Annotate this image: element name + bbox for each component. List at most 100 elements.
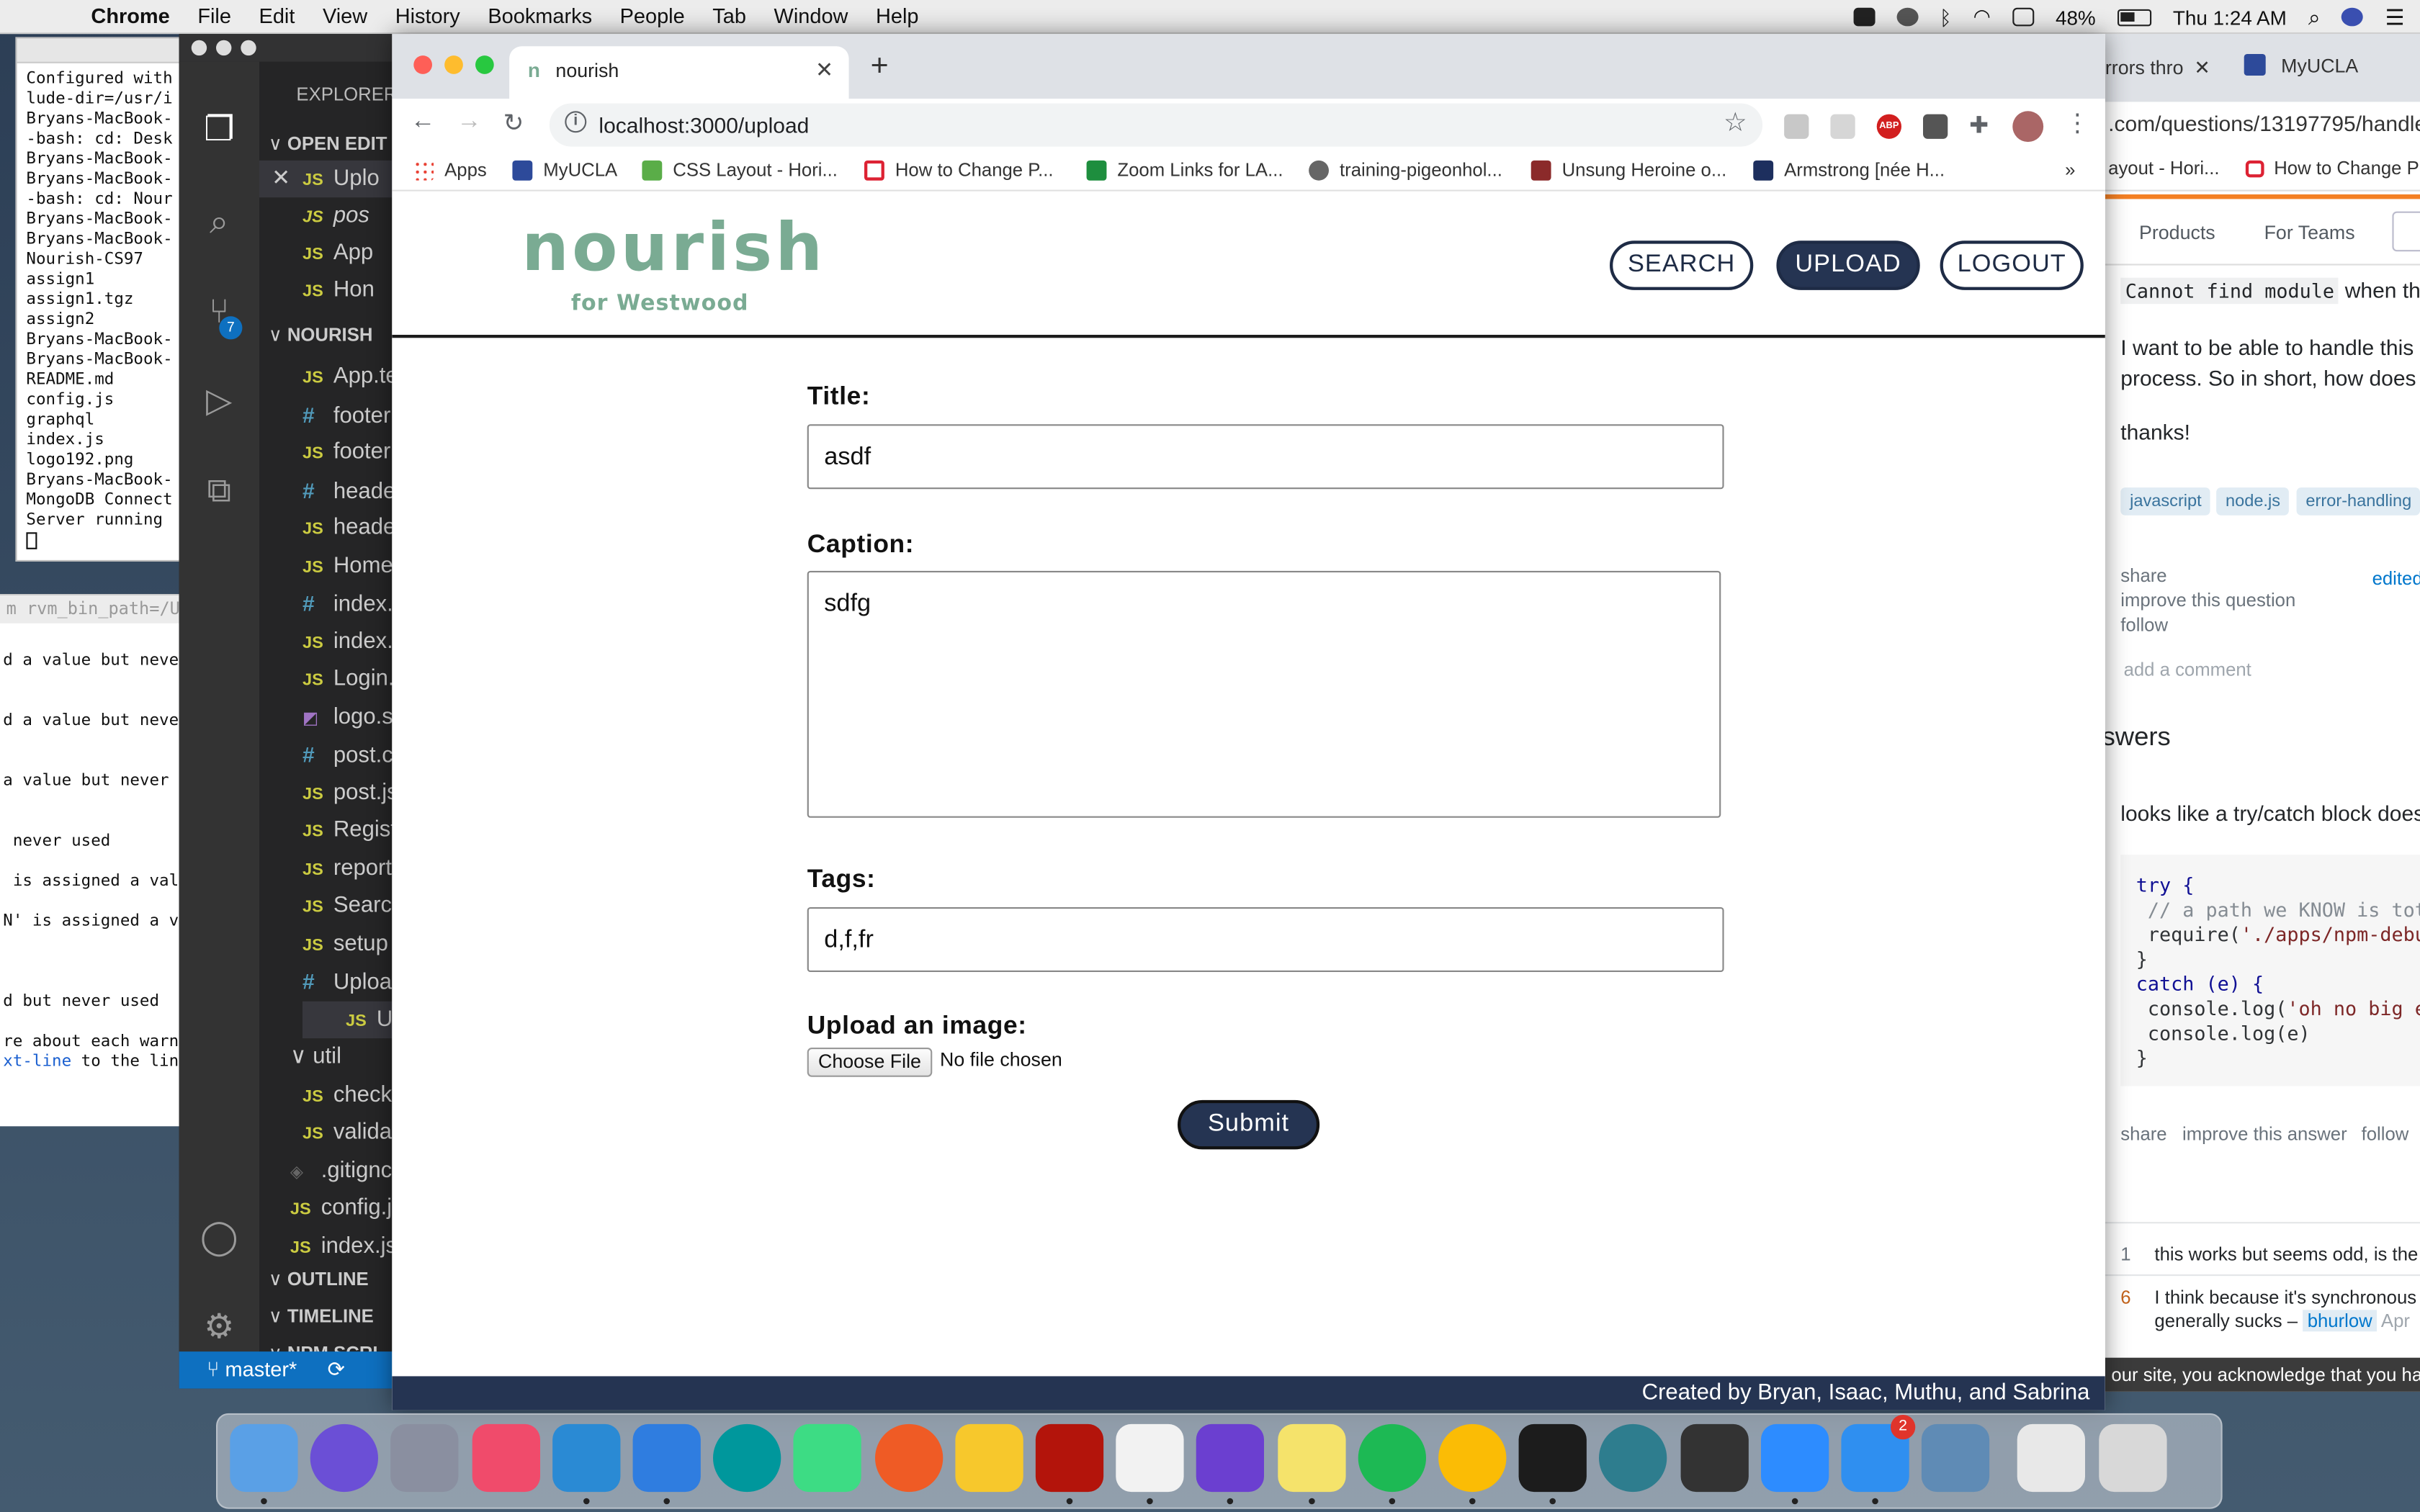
piano-dock-icon[interactable]	[1680, 1423, 1748, 1493]
bluetooth-icon[interactable]: ᛒ	[1940, 6, 1952, 29]
edited-link[interactable]: edited	[2372, 568, 2420, 590]
file-tree-item[interactable]: JS Home	[302, 547, 393, 584]
file-tree-item[interactable]: # heade	[302, 472, 395, 508]
so-nav-teams[interactable]: For Teams	[2264, 222, 2355, 244]
filezilla-dock-icon[interactable]	[1035, 1423, 1104, 1493]
extension-icon[interactable]	[1784, 114, 1809, 139]
stackoverflow-window[interactable]: rrors thro ✕ MyUCLA .com/questions/13197…	[2102, 34, 2420, 1392]
submit-button[interactable]: Submit	[1178, 1099, 1320, 1150]
menu-view[interactable]: View	[309, 4, 382, 27]
file-tree-item[interactable]: JS Login.	[302, 660, 395, 697]
zoom-window-button[interactable]	[475, 55, 494, 74]
open-editors-section[interactable]: OPEN EDIT	[269, 132, 387, 154]
upload-nav-button[interactable]: UPLOAD	[1776, 240, 1920, 290]
clock[interactable]: Thu 1:24 AM	[2173, 6, 2287, 29]
site-logo[interactable]: nourish	[521, 210, 825, 287]
spotlight-search-icon[interactable]: ⌕	[2308, 4, 2321, 30]
reload-icon[interactable]: ↻	[503, 108, 524, 139]
textedit-dock-icon[interactable]	[1116, 1423, 1184, 1493]
menu-edit[interactable]: Edit	[245, 4, 308, 27]
close-dot[interactable]	[191, 40, 207, 56]
open-editor-item[interactable]: JS App	[302, 235, 373, 271]
logout-nav-button[interactable]: LOGOUT	[1940, 240, 2084, 290]
cast-icon[interactable]	[1830, 114, 1855, 139]
menu-app-name[interactable]: Chrome	[77, 4, 184, 27]
comment-user[interactable]: bhurlow	[2303, 1310, 2378, 1332]
profile-avatar[interactable]	[2012, 111, 2044, 143]
choose-file-button[interactable]: Choose File	[807, 1048, 933, 1077]
so-address-bar[interactable]: .com/questions/13197795/handle	[2102, 102, 2420, 148]
account-icon[interactable]: ◯	[197, 1216, 241, 1259]
sync-icon[interactable]: ⟳	[328, 1358, 345, 1381]
stickies-dock-icon[interactable]	[1277, 1423, 1345, 1493]
kebab-menu-icon[interactable]: ⋮	[2065, 108, 2089, 137]
notification-center-icon[interactable]: ☰	[2385, 4, 2405, 30]
tag-error-handling[interactable]: error-handling	[2296, 487, 2420, 516]
terminal-window-lower[interactable]: m rvm_bin_path=/Use d a value but neve d…	[0, 594, 182, 1127]
run-debug-icon[interactable]: ▷	[197, 379, 241, 423]
bookmark[interactable]: ayout - Hori...	[2108, 158, 2219, 179]
git-branch[interactable]: master*	[225, 1358, 297, 1381]
bookmark-css-layout[interactable]: CSS Layout - Hori...	[642, 159, 838, 181]
extensions-icon[interactable]: ⧉	[197, 469, 241, 512]
follow-link[interactable]: follow	[2120, 614, 2168, 636]
wifi-icon[interactable]: ◠	[1973, 4, 1991, 29]
url-text[interactable]: localhost:3000/upload	[599, 112, 809, 137]
so-tab-myucla[interactable]: MyUCLA	[2281, 55, 2358, 77]
postman-dock-icon[interactable]	[874, 1423, 943, 1493]
siri-dock-icon[interactable]	[310, 1423, 379, 1493]
new-tab-icon[interactable]: +	[871, 50, 889, 85]
file-tree-item[interactable]: JS index.js	[290, 1228, 397, 1264]
xcode-dock-icon[interactable]	[632, 1423, 701, 1493]
bookmark[interactable]: How to Change P	[2274, 158, 2419, 179]
zoom-dock-icon[interactable]	[1760, 1423, 1829, 1493]
so-nav-products[interactable]: Products	[2139, 222, 2215, 244]
more-bookmarks-icon[interactable]: »	[2065, 159, 2075, 181]
file-tree-item[interactable]: # post.c	[302, 736, 393, 773]
user-tray-icon[interactable]	[2341, 7, 2364, 27]
imovie-dock-icon[interactable]	[1196, 1423, 1265, 1493]
search-icon[interactable]: ⌕	[197, 201, 241, 244]
file-tree-item[interactable]: JS App.te	[302, 358, 398, 395]
trash-dock-icon[interactable]	[2098, 1423, 2166, 1493]
file-tree-item[interactable]: # index.	[302, 585, 393, 621]
answer-follow-link[interactable]: follow	[2362, 1123, 2409, 1145]
file-tree-item[interactable]: ◈ .gitignc	[290, 1152, 392, 1189]
zoom-tray-icon[interactable]	[1852, 7, 1875, 27]
site-info-icon[interactable]: i	[565, 111, 587, 133]
globe-tray-icon[interactable]	[1896, 7, 1918, 27]
project-section[interactable]: NOURISH	[269, 324, 373, 346]
back-icon[interactable]: ←	[411, 108, 435, 136]
forward-icon[interactable]: →	[457, 108, 481, 136]
answer-share-link[interactable]: share	[2120, 1123, 2166, 1145]
open-editor-item[interactable]: JS pos	[302, 197, 369, 234]
gear-icon[interactable]: ⚙	[197, 1305, 241, 1349]
network-dock-icon[interactable]	[1599, 1423, 1668, 1493]
file-tree-item[interactable]: JS report	[302, 850, 392, 886]
file-tree-item[interactable]: JS Searc	[302, 887, 392, 924]
finder-dock-icon[interactable]	[230, 1423, 298, 1493]
airplay-icon[interactable]	[2012, 7, 2034, 27]
minimize-dot[interactable]	[216, 40, 232, 56]
file-tree-item[interactable]: # footer	[302, 396, 390, 433]
menu-tab[interactable]: Tab	[699, 4, 760, 27]
spotify-dock-icon[interactable]	[1358, 1423, 1426, 1493]
file-tree-item[interactable]: JS footer	[302, 433, 390, 470]
address-bar[interactable]: i localhost:3000/upload ☆	[549, 103, 1763, 147]
timeline-section[interactable]: TIMELINE	[269, 1305, 374, 1327]
vscode-window[interactable]: ❐ ⌕ ⑂ 7 ▷ ⧉ ◯ ⚙ EXPLORER OPEN EDIT ✕ JS Up…	[179, 34, 411, 1389]
file-tree-item[interactable]: JS Regist	[302, 811, 397, 848]
share-link[interactable]: share	[2120, 564, 2166, 586]
menu-history[interactable]: History	[381, 4, 474, 27]
bookmark-apps[interactable]: Apps	[413, 159, 487, 181]
folder-util[interactable]: ∨ util	[290, 1038, 341, 1075]
file-tree-item[interactable]: JS valida	[302, 1114, 392, 1151]
caption-textarea[interactable]: sdfg	[807, 570, 1721, 818]
add-comment-link[interactable]: add a comment	[2124, 659, 2251, 680]
open-editor-item[interactable]: ✕ JS Uplo	[259, 160, 411, 198]
extension-icon[interactable]	[1923, 114, 1948, 139]
menu-help[interactable]: Help	[862, 4, 933, 27]
file-tree-item[interactable]: JS heade	[302, 509, 395, 546]
bookmark-unsung-heroine[interactable]: Unsung Heroine o...	[1531, 159, 1726, 181]
puzzle-icon[interactable]: ✚	[1969, 111, 1994, 138]
